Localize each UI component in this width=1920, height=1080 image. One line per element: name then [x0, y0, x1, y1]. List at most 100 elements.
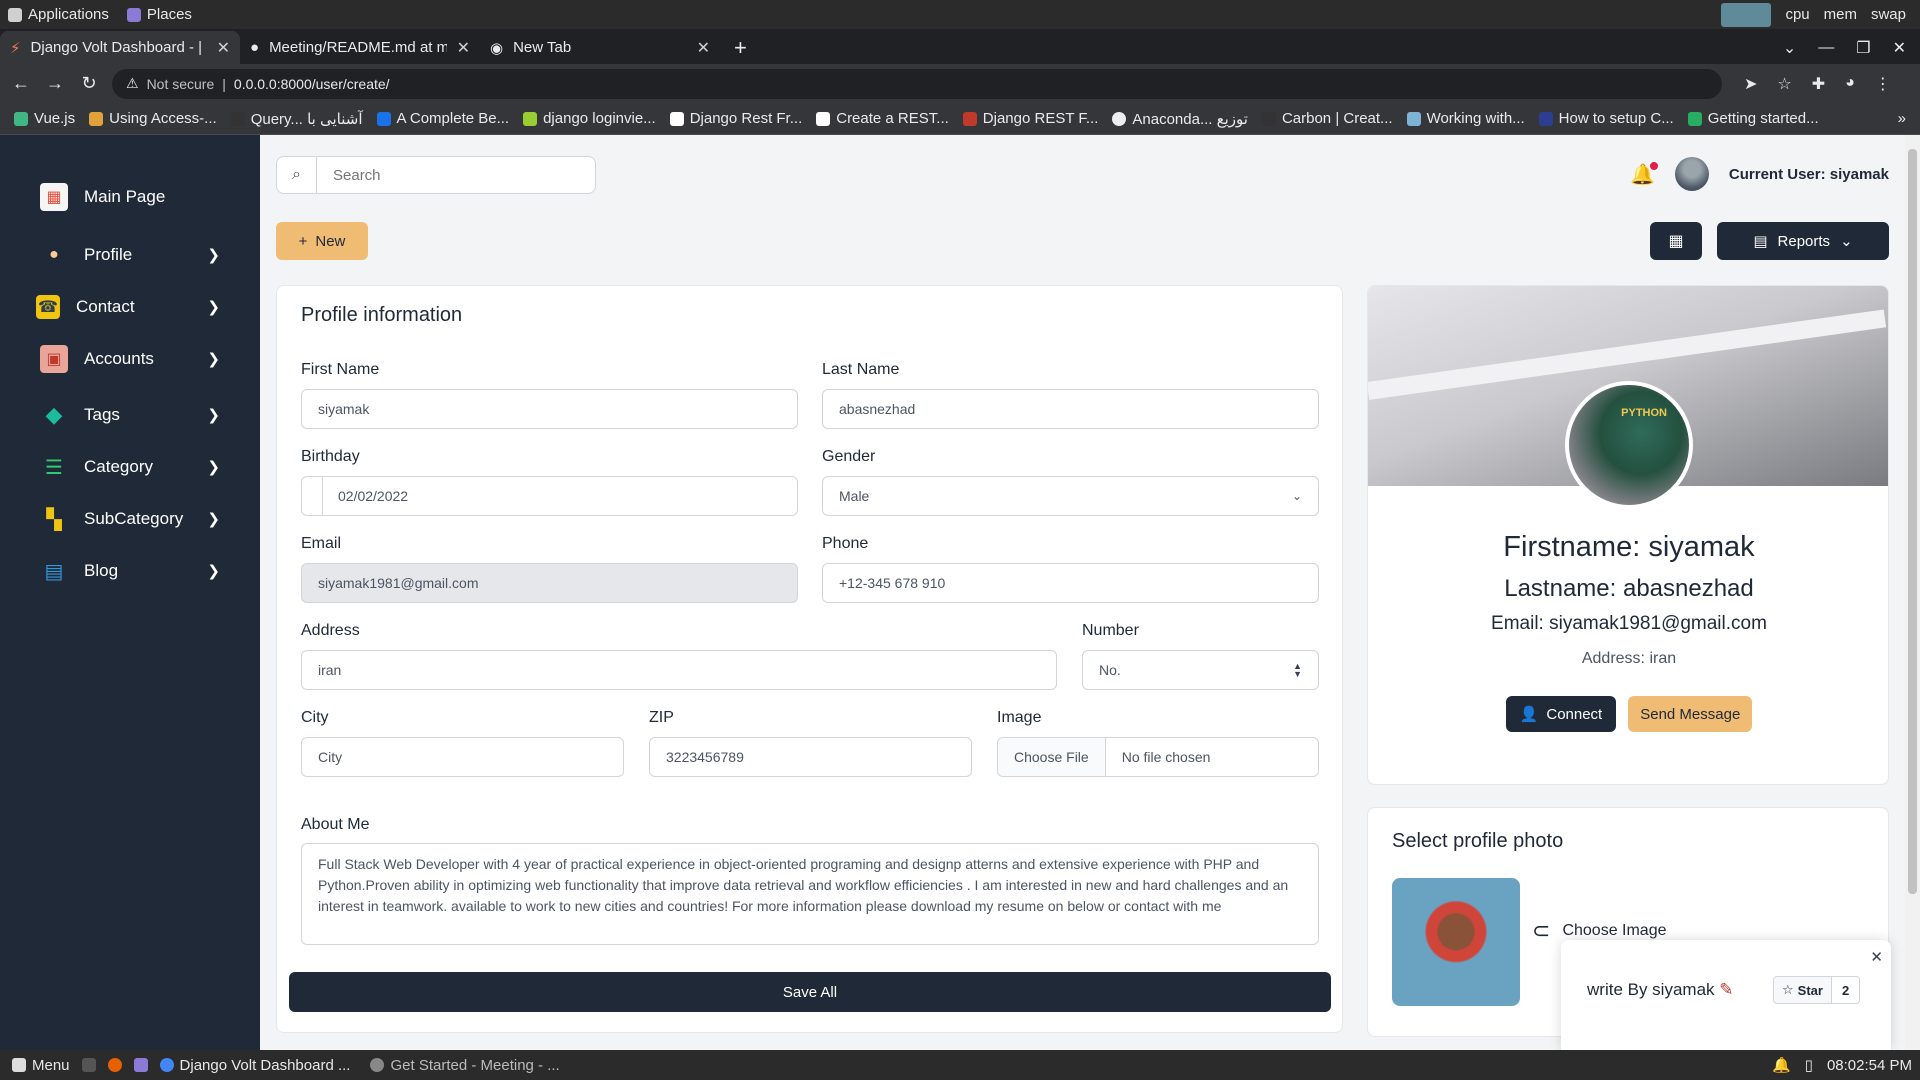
- chrome-tray-icon[interactable]: [1721, 2, 1772, 27]
- url-input[interactable]: ⚠ Not secure | 0.0.0.0:8000/user/create/: [112, 68, 1722, 99]
- bookmark-item[interactable]: Django Rest Fr...: [669, 110, 802, 127]
- bookmark-item[interactable]: Anaconda... توزیع: [1112, 110, 1248, 128]
- profile-icon[interactable]: ◕: [1845, 74, 1855, 94]
- bookmark-item[interactable]: A Complete Be...: [376, 110, 509, 127]
- last-name-field[interactable]: abasnezhad: [822, 389, 1319, 429]
- browser-tab-dashboard[interactable]: ⚡ Django Volt Dashboard - | ✕: [0, 31, 240, 64]
- more-bookmarks-icon[interactable]: »: [1898, 110, 1906, 127]
- applications-menu[interactable]: Applications: [8, 6, 109, 23]
- address-field[interactable]: iran: [301, 650, 1057, 690]
- extensions-icon[interactable]: ✚: [1812, 74, 1825, 94]
- bookmark-favicon-icon: [376, 111, 391, 126]
- close-icon[interactable]: ✕: [1870, 948, 1883, 966]
- bookmark-item[interactable]: Vue.js: [14, 110, 75, 127]
- sidebar-item-profile[interactable]: ● Profile ❯: [0, 229, 260, 281]
- browser-tab-new[interactable]: ◉ New Tab ✕: [480, 31, 720, 64]
- bookmark-item[interactable]: Create a REST...: [816, 110, 949, 127]
- about-textarea[interactable]: Full Stack Web Developer with 4 year of …: [301, 843, 1319, 945]
- system-top-bar: Applications Places cpu mem swap: [0, 0, 1920, 29]
- email-label: Email: [301, 535, 342, 552]
- bookmark-item[interactable]: Getting started...: [1687, 110, 1819, 127]
- battery-icon[interactable]: ▯: [1805, 1056, 1813, 1074]
- close-tab-icon[interactable]: ✕: [217, 38, 230, 58]
- scrollbar-thumb[interactable]: [1908, 149, 1917, 894]
- page-scrollbar[interactable]: [1905, 135, 1920, 1050]
- notification-icon[interactable]: 🔔: [1772, 1056, 1791, 1074]
- new-button[interactable]: + New: [276, 222, 368, 260]
- about-label: About Me: [301, 816, 370, 833]
- zip-field[interactable]: 3223456789: [649, 737, 972, 777]
- stepper-icon[interactable]: ▲ ▼: [1293, 662, 1302, 679]
- sidebar-item-main-page[interactable]: ▦ Main Page: [0, 171, 260, 223]
- reports-button[interactable]: ▤ Reports ⌄: [1717, 222, 1889, 260]
- warning-icon: ⚠: [126, 75, 139, 91]
- birthday-field[interactable]: 02/02/2022: [301, 476, 798, 516]
- taskbar-window-meeting[interactable]: Get Started - Meeting - ...: [370, 1057, 560, 1074]
- github-star-button[interactable]: ☆ Star 2: [1773, 976, 1861, 1004]
- maximize-icon[interactable]: ❐: [1856, 38, 1870, 58]
- birthday-label: Birthday: [301, 448, 360, 465]
- chrome-icon: [159, 1058, 174, 1072]
- forward-icon[interactable]: →: [42, 73, 68, 94]
- sidebar-item-accounts[interactable]: ▣ Accounts ❯: [0, 333, 260, 385]
- close-window-icon[interactable]: ✕: [1893, 38, 1906, 58]
- number-field[interactable]: No. ▲ ▼: [1082, 650, 1319, 690]
- star-icon: ☆: [1782, 982, 1794, 997]
- chevron-down-icon: ⌄: [1840, 233, 1853, 250]
- places-menu[interactable]: Places: [126, 6, 192, 23]
- reload-icon[interactable]: ↻: [76, 73, 102, 94]
- sidebar-item-tags[interactable]: ◆ Tags ❯: [0, 389, 260, 441]
- minimize-icon[interactable]: —: [1818, 39, 1834, 57]
- image-file-input[interactable]: Choose File No file chosen: [997, 737, 1319, 777]
- search-input[interactable]: [317, 166, 577, 184]
- new-tab-button[interactable]: +: [720, 31, 761, 64]
- bookmark-favicon-icon: [523, 111, 538, 126]
- connect-button[interactable]: 👤 Connect: [1505, 696, 1617, 732]
- bookmark-item[interactable]: How to setup C...: [1538, 110, 1674, 127]
- bookmark-favicon-icon: [1687, 111, 1702, 126]
- sidebar-item-category[interactable]: ☰ Category ❯: [0, 441, 260, 493]
- calendar-button[interactable]: ▦: [1650, 222, 1702, 260]
- terminal-launcher-icon[interactable]: [81, 1058, 96, 1072]
- sidebar-item-contact[interactable]: ☎ Contact ❯: [0, 281, 260, 333]
- bookmark-item[interactable]: Query... آشنایی با: [230, 110, 363, 128]
- github-favicon-icon: ●: [250, 39, 260, 56]
- list-icon: ☰: [45, 456, 63, 479]
- accounts-icon: ▣: [40, 345, 68, 373]
- firefox-launcher-icon[interactable]: [107, 1058, 122, 1072]
- phone-field[interactable]: +12-345 678 910: [822, 563, 1319, 603]
- sidebar-item-subcategory[interactable]: ▚ SubCategory ❯: [0, 493, 260, 545]
- bookmark-item[interactable]: Carbon | Creat...: [1261, 110, 1393, 127]
- more-menu-icon[interactable]: ⋮: [1875, 74, 1891, 94]
- files-launcher-icon[interactable]: [133, 1058, 148, 1072]
- menu-button[interactable]: Menu: [12, 1057, 70, 1074]
- gender-select[interactable]: Male ⌄: [822, 476, 1319, 516]
- close-tab-icon[interactable]: ✕: [697, 38, 710, 58]
- taskbar-window-dashboard[interactable]: Django Volt Dashboard ...: [159, 1057, 350, 1074]
- browser-tab-meeting[interactable]: ● Meeting/README.md at m ✕: [240, 31, 480, 64]
- django-favicon-icon: ⚡: [10, 39, 21, 57]
- pencil-icon: ✎: [1719, 980, 1734, 999]
- save-all-button[interactable]: Save All: [289, 972, 1331, 1012]
- bell-icon[interactable]: 🔔: [1630, 161, 1658, 187]
- sidebar-item-blog[interactable]: ▤ Blog ❯: [0, 545, 260, 597]
- choose-file-button[interactable]: Choose File: [998, 738, 1106, 776]
- bookmark-favicon-icon: [89, 111, 104, 126]
- current-user-label[interactable]: Current User: siyamak: [1729, 166, 1889, 183]
- first-name-field[interactable]: siyamak: [301, 389, 798, 429]
- hierarchy-icon: ▚: [46, 508, 62, 531]
- bookmark-item[interactable]: django loginvie...: [523, 110, 656, 127]
- search-box[interactable]: ⌕: [276, 156, 596, 194]
- bookmark-item[interactable]: Using Access-...: [89, 110, 217, 127]
- avatar[interactable]: [1674, 157, 1709, 191]
- tab-search-icon[interactable]: ⌄: [1783, 38, 1796, 58]
- menu-icon: [12, 1058, 26, 1072]
- back-icon[interactable]: ←: [8, 73, 34, 94]
- close-tab-icon[interactable]: ✕: [457, 38, 470, 58]
- send-icon[interactable]: ➤: [1744, 74, 1757, 94]
- bookmark-star-icon[interactable]: ☆: [1777, 74, 1791, 94]
- send-message-button[interactable]: Send Message: [1628, 696, 1753, 732]
- city-field[interactable]: City: [301, 737, 624, 777]
- bookmark-item[interactable]: Django REST F...: [962, 110, 1098, 127]
- bookmark-item[interactable]: Working with...: [1406, 110, 1525, 127]
